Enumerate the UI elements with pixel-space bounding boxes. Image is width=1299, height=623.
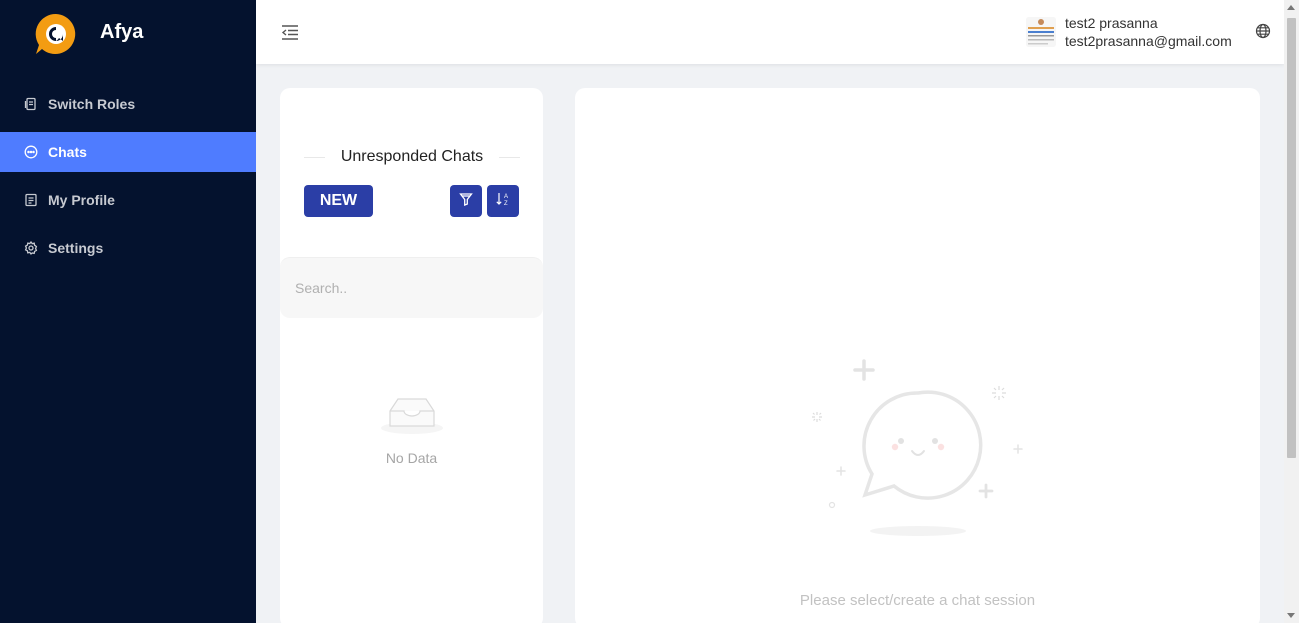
chat-list-panel: Unresponded Chats NEW A Z No Data [280, 88, 543, 623]
sidebar-item-chats[interactable]: Chats [0, 132, 256, 172]
switch-roles-icon [24, 97, 38, 111]
scroll-down-arrow-icon[interactable] [1287, 613, 1295, 618]
user-name: test2 prasanna [1065, 15, 1158, 31]
user-email: test2prasanna@gmail.com [1065, 33, 1232, 49]
sidebar-item-label: Chats [48, 144, 87, 160]
sidebar: Afya Switch Roles Chats My Profile Setti… [0, 0, 256, 623]
app-name: Afya [100, 21, 144, 43]
page-scrollbar[interactable] [1284, 0, 1299, 623]
sort-alpha-icon: A Z [495, 191, 511, 212]
divider [304, 156, 325, 158]
divider [499, 156, 520, 158]
sidebar-item-settings[interactable]: Settings [0, 228, 256, 268]
sidebar-item-my-profile[interactable]: My Profile [0, 180, 256, 220]
chat-hint-text: Please select/create a chat session [799, 592, 1036, 609]
empty-label: No Data [385, 450, 438, 466]
globe-icon[interactable] [1255, 23, 1271, 39]
chat-list-header: Unresponded Chats [304, 148, 520, 166]
user-menu[interactable]: test2 prasanna test2prasanna@gmail.com [1026, 14, 1232, 50]
top-header: test2 prasanna test2prasanna@gmail.com [256, 0, 1284, 64]
sort-button[interactable]: A Z [487, 185, 519, 217]
chat-bubble-illustration-icon [805, 353, 1035, 543]
chat-view-panel: Please select/create a chat session [575, 88, 1260, 623]
empty-inbox-icon [380, 398, 444, 439]
filter-button[interactable] [450, 185, 482, 217]
chat-icon [24, 145, 38, 159]
profile-icon [24, 193, 38, 207]
search-input[interactable] [280, 258, 543, 318]
filter-icon [459, 192, 473, 211]
gear-icon [24, 241, 38, 255]
afya-logo-icon [34, 12, 78, 56]
svg-text:Z: Z [504, 201, 508, 207]
svg-text:A: A [504, 194, 508, 200]
scroll-thumb[interactable] [1287, 18, 1296, 458]
sidebar-item-label: Switch Roles [48, 96, 136, 112]
brand[interactable]: Afya [34, 12, 143, 56]
collapse-menu-icon[interactable] [280, 22, 300, 42]
empty-state: No Data [280, 393, 543, 466]
sidebar-item-label: Settings [48, 240, 104, 256]
scroll-up-arrow-icon[interactable] [1287, 5, 1295, 10]
sidebar-item-switch-roles[interactable]: Switch Roles [0, 84, 256, 124]
chat-list-title: Unresponded Chats [340, 148, 484, 165]
new-chat-button[interactable]: NEW [304, 185, 373, 217]
avatar [1026, 17, 1056, 47]
sidebar-nav: Switch Roles Chats My Profile Settings [0, 84, 256, 276]
chat-search [280, 257, 543, 318]
sidebar-item-label: My Profile [48, 192, 115, 208]
